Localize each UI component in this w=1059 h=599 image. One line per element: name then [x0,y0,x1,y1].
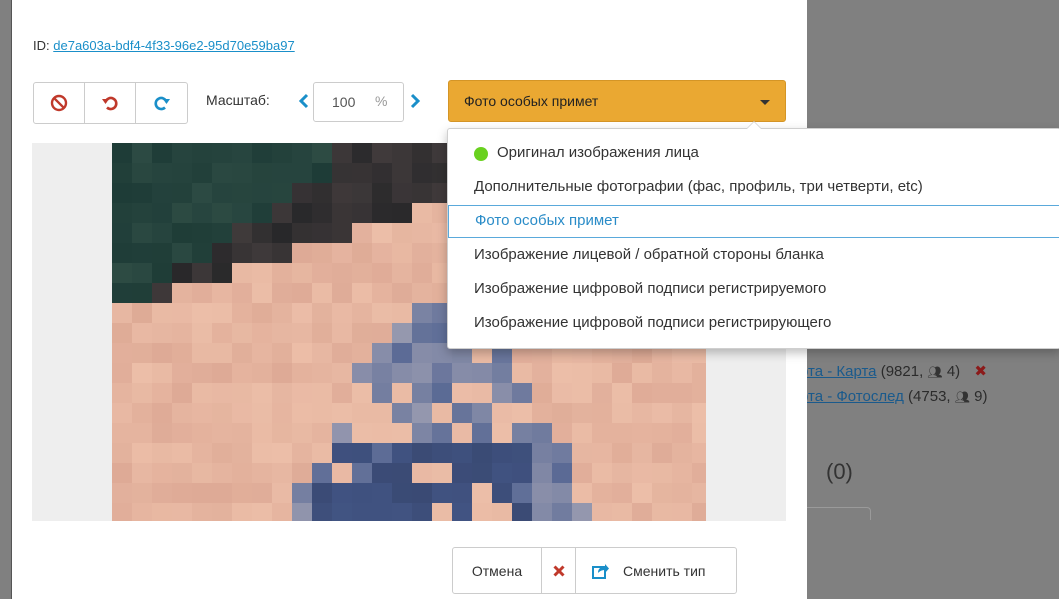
share-icon [592,563,609,579]
dropdown-option-label: Оригинал изображения лица [497,144,699,161]
scale-value: 100 [332,94,356,110]
background-content: рта - Карта (9821, 👥︎ 4) ✖ рта - Фотосле… [800,352,1059,599]
background-count: (4753, [908,388,951,405]
background-link[interactable]: рта - Фотослед [800,388,904,405]
scale-increase-icon[interactable] [408,92,422,110]
chevron-down-icon [760,100,770,105]
redo-icon [153,96,170,111]
cancel-label: Отмена [471,562,523,579]
dropdown-option-label: Изображение лицевой / обратной стороны б… [474,246,824,263]
undo-icon [102,96,118,111]
record-id: ID: de7a603a-bdf4-4f33-96e2-95d70e59ba97 [33,38,295,53]
dropdown-option[interactable]: Изображение цифровой подписи регистрируе… [449,273,1059,306]
background-tab-edge [800,507,871,520]
people-icon: 👥︎ [954,390,970,404]
people-icon: 👥︎ [927,365,943,379]
id-label: ID: [33,38,50,53]
dropdown-option-label: Изображение цифровой подписи регистрирую… [474,314,832,331]
remove-icon[interactable]: ✖ [974,363,987,380]
scale-unit: % [375,93,388,109]
scale-input[interactable]: 100 % [313,82,404,122]
image-type-dropdown: Оригинал изображения лица Дополнительные… [447,121,1059,349]
block-button[interactable] [34,83,85,123]
dropdown-option[interactable]: Изображение лицевой / обратной стороны б… [449,239,1059,272]
dropdown-option-label: Изображение цифровой подписи регистрируе… [474,280,827,297]
clear-button[interactable] [542,548,576,593]
background-row: рта - Фотослед (4753, 👥︎ 9) [800,388,988,405]
redo-button[interactable] [136,83,187,123]
background-link[interactable]: рта - Карта [800,363,877,380]
background-count: (9821, [880,363,924,380]
image-type-select[interactable]: Фото особых примет [448,80,786,122]
image-type-selected: Фото особых примет [464,93,599,109]
dropdown-option[interactable]: Дополнительные фотографии (фас, профиль,… [449,171,1059,204]
id-link[interactable]: de7a603a-bdf4-4f33-96e2-95d70e59ba97 [53,38,294,53]
ban-icon [50,94,68,112]
background-people-count: 9) [974,388,988,405]
background-counter: (0) [826,459,853,484]
undo-button[interactable] [85,83,136,123]
cancel-button[interactable]: Отмена [453,548,542,593]
dropdown-option[interactable]: Оригинал изображения лица [449,137,1059,170]
modal-footer-actions: Отмена Сменить тип [452,547,737,594]
scale-label: Масштаб: [206,92,270,108]
dropdown-option-label: Дополнительные фотографии (фас, профиль,… [474,178,923,195]
dropdown-option-selected[interactable]: Фото особых примет [448,205,1059,238]
change-type-button[interactable]: Сменить тип [576,548,736,593]
background-people-count: 4) [946,363,961,380]
image-toolbar [33,82,188,124]
status-dot-icon [474,147,488,161]
change-type-label: Сменить тип [623,562,706,579]
close-icon [552,564,565,577]
dropdown-option-label: Фото особых примет [475,212,619,229]
scale-decrease-icon[interactable] [297,92,311,110]
background-row: рта - Карта (9821, 👥︎ 4) ✖ [800,362,987,380]
dropdown-option[interactable]: Изображение цифровой подписи регистрирую… [449,307,1059,340]
